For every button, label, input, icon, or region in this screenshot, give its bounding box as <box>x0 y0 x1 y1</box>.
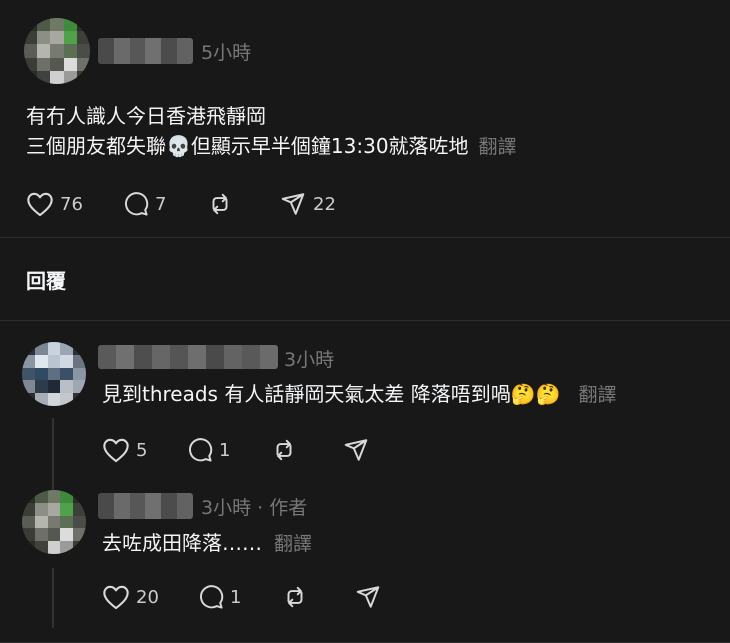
share-button[interactable] <box>354 584 382 610</box>
repost-icon <box>287 586 303 608</box>
post-body: 有冇人識人今日香港飛靜岡 三個朋友都失聯💀但顯示早半個鐘13:30就落咗地 翻譯 <box>26 101 517 162</box>
translate-link[interactable]: 翻譯 <box>579 384 617 406</box>
reply-time: 3小時 <box>284 349 335 371</box>
comment-count: 7 <box>155 193 167 215</box>
avatar[interactable] <box>22 490 86 554</box>
share-button[interactable] <box>342 437 370 463</box>
comment-button[interactable]: 1 <box>198 584 241 610</box>
blurred-username[interactable] <box>98 345 278 369</box>
like-button[interactable]: 20 <box>102 584 159 610</box>
repost-button[interactable] <box>206 191 234 217</box>
thread-line <box>52 568 54 628</box>
heart-icon <box>103 438 129 463</box>
translate-link[interactable]: 翻譯 <box>274 533 312 555</box>
send-icon <box>356 586 380 608</box>
send-icon <box>281 193 305 215</box>
like-count: 5 <box>136 439 148 461</box>
like-button[interactable]: 5 <box>102 437 147 463</box>
send-icon <box>344 439 368 461</box>
blurred-username[interactable] <box>98 493 193 519</box>
avatar[interactable] <box>22 342 86 406</box>
comment-count: 1 <box>219 439 231 461</box>
like-count: 20 <box>136 586 159 608</box>
post-text-line: 有冇人識人今日香港飛靜岡 <box>26 104 266 128</box>
replies-heading[interactable]: 回覆 <box>26 265 66 294</box>
like-count: 76 <box>60 193 83 215</box>
comment-icon <box>189 438 213 462</box>
divider <box>0 320 730 321</box>
reply-meta: 3小時 · 作者 <box>201 493 307 520</box>
reply-time: 3小時 <box>201 497 252 519</box>
heart-icon <box>103 585 129 610</box>
like-button[interactable]: 76 <box>26 191 83 217</box>
comment-icon <box>200 585 224 609</box>
repost-icon <box>276 439 292 461</box>
comment-count: 1 <box>230 586 242 608</box>
share-button[interactable]: 22 <box>279 191 336 217</box>
reply-text: 去咗成田降落…… 翻譯 <box>102 531 313 555</box>
translate-link[interactable]: 翻譯 <box>479 136 517 158</box>
comment-icon <box>125 192 149 216</box>
repost-icon <box>212 193 228 215</box>
heart-icon <box>27 192 53 217</box>
share-count: 22 <box>313 193 336 215</box>
reply-text: 見到threads 有人話靜岡天氣太差 降落唔到喎🤔🤔 翻譯 <box>102 382 617 406</box>
thread-line <box>52 418 54 490</box>
comment-button[interactable]: 1 <box>187 437 230 463</box>
comment-button[interactable]: 7 <box>123 191 166 217</box>
repost-button[interactable] <box>281 584 309 610</box>
post-time: 5小時 <box>201 42 252 64</box>
post-text-line: 三個朋友都失聯💀但顯示早半個鐘13:30就落咗地 翻譯 <box>26 134 517 158</box>
avatar[interactable] <box>24 18 90 84</box>
author-tag: · 作者 <box>257 497 308 519</box>
divider <box>0 237 730 238</box>
blurred-username[interactable] <box>98 38 193 64</box>
repost-button[interactable] <box>270 437 298 463</box>
